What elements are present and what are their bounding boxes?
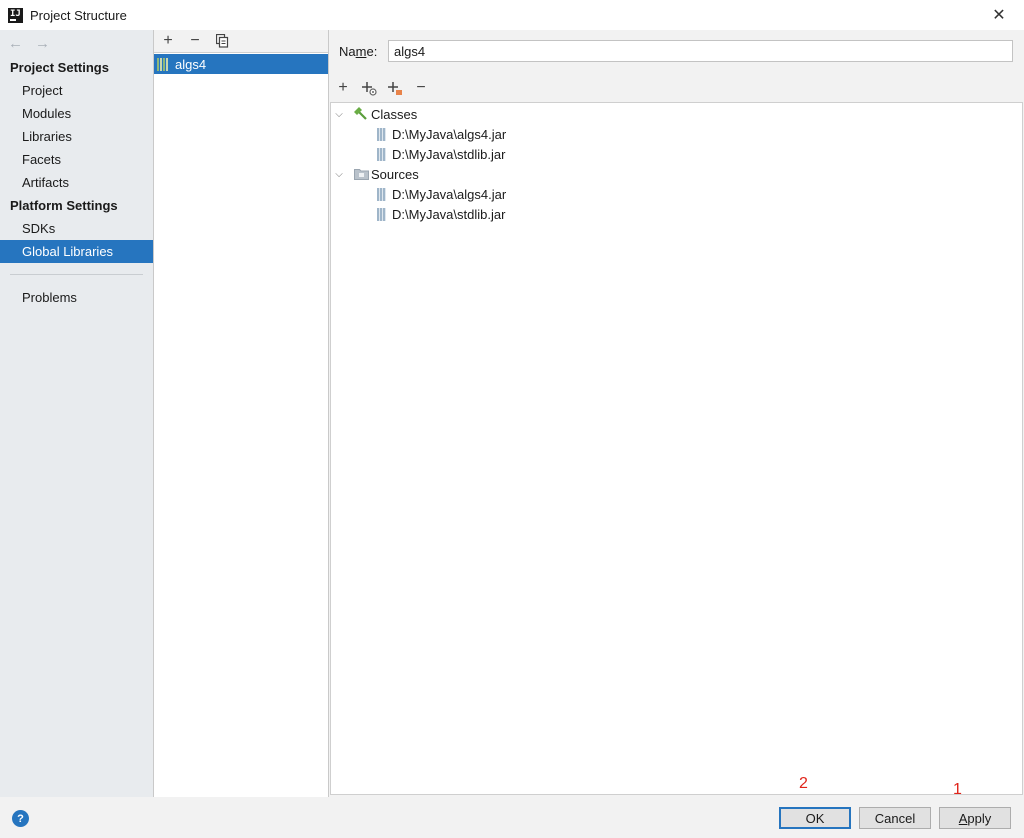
tree-leaf-label: D:\MyJava\algs4.jar — [392, 126, 507, 142]
sidebar-item-facets[interactable]: Facets — [0, 148, 153, 171]
library-name-input[interactable] — [388, 40, 1013, 62]
jar-icon — [377, 147, 386, 161]
tree-leaf-source-jar[interactable]: D:\MyJava\algs4.jar — [331, 184, 1022, 204]
library-icon — [157, 57, 171, 71]
back-arrow-icon[interactable]: ← — [8, 35, 23, 52]
cancel-button[interactable]: Cancel — [859, 807, 931, 829]
tree-leaf-label: D:\MyJava\stdlib.jar — [392, 146, 506, 162]
library-details-panel: Name: + − ⌵ — [329, 30, 1024, 797]
jar-icon — [377, 127, 386, 141]
close-icon[interactable]: ✕ — [990, 6, 1008, 24]
sidebar-divider — [10, 274, 143, 275]
sidebar-item-sdks[interactable]: SDKs — [0, 217, 153, 240]
attach-classes-button[interactable] — [361, 80, 377, 96]
apply-button[interactable]: Apply — [939, 807, 1011, 829]
annotation-number-ok: 2 — [799, 775, 808, 792]
navigation-arrows: ← → — [0, 30, 153, 56]
library-list-toolbar: + − — [154, 30, 328, 53]
remove-library-button[interactable]: − — [187, 32, 203, 49]
add-library-button[interactable]: + — [160, 32, 176, 49]
name-label: Name: — [339, 43, 378, 59]
library-list-panel: + − algs4 — [154, 30, 328, 797]
ok-button[interactable]: OK — [779, 807, 851, 829]
sidebar-item-problems[interactable]: Problems — [0, 286, 153, 309]
tree-node-label: Sources — [371, 166, 419, 182]
platform-settings-heading: Platform Settings — [10, 198, 118, 213]
tree-leaf-class-jar[interactable]: D:\MyJava\stdlib.jar — [331, 144, 1022, 164]
library-item-algs4[interactable]: algs4 — [154, 54, 328, 74]
attach-jar-button[interactable] — [387, 80, 403, 96]
library-roots-tree: ⌵ Classes D:\MyJava\algs4.jar D:\MyJava\… — [330, 102, 1023, 795]
tree-leaf-label: D:\MyJava\algs4.jar — [392, 186, 507, 202]
intellij-logo-icon: IJ — [8, 7, 23, 23]
library-item-label: algs4 — [175, 56, 207, 72]
settings-sidebar: ← → Project Settings Project Modules Lib… — [0, 30, 153, 797]
window-title: Project Structure — [30, 7, 127, 23]
add-root-button[interactable]: + — [335, 79, 351, 96]
tree-leaf-class-jar[interactable]: D:\MyJava\algs4.jar — [331, 124, 1022, 144]
add-jar-icon — [388, 82, 402, 95]
folder-icon — [353, 167, 369, 181]
help-icon[interactable]: ? — [12, 810, 29, 827]
jar-icon — [377, 207, 386, 221]
sidebar-item-project[interactable]: Project — [0, 79, 153, 102]
tree-leaf-label: D:\MyJava\stdlib.jar — [392, 206, 506, 222]
remove-root-button[interactable]: − — [413, 79, 429, 96]
annotation-number-apply: 1 — [953, 781, 962, 798]
tree-node-sources[interactable]: ⌵ Sources — [331, 164, 1022, 184]
name-row: Name: — [339, 40, 1013, 62]
add-classes-icon — [362, 82, 377, 96]
tree-toolbar: + − — [335, 79, 429, 96]
copy-icon — [215, 34, 228, 48]
copy-library-button[interactable] — [214, 33, 230, 49]
title-bar: IJ Project Structure ✕ — [0, 0, 1024, 30]
hammer-icon — [353, 107, 369, 121]
tree-node-classes[interactable]: ⌵ Classes — [331, 104, 1022, 124]
project-settings-heading: Project Settings — [10, 60, 109, 75]
dialog-button-bar: ? 2 1 OK Cancel Apply — [0, 775, 1024, 838]
sidebar-item-global-libraries[interactable]: Global Libraries — [0, 240, 153, 263]
sidebar-item-modules[interactable]: Modules — [0, 102, 153, 125]
chevron-down-icon[interactable]: ⌵ — [332, 109, 346, 120]
tree-leaf-source-jar[interactable]: D:\MyJava\stdlib.jar — [331, 204, 1022, 224]
forward-arrow-icon[interactable]: → — [35, 35, 50, 52]
sidebar-item-artifacts[interactable]: Artifacts — [0, 171, 153, 194]
chevron-down-icon[interactable]: ⌵ — [332, 169, 346, 180]
jar-icon — [377, 187, 386, 201]
sidebar-item-libraries[interactable]: Libraries — [0, 125, 153, 148]
tree-node-label: Classes — [371, 106, 418, 122]
